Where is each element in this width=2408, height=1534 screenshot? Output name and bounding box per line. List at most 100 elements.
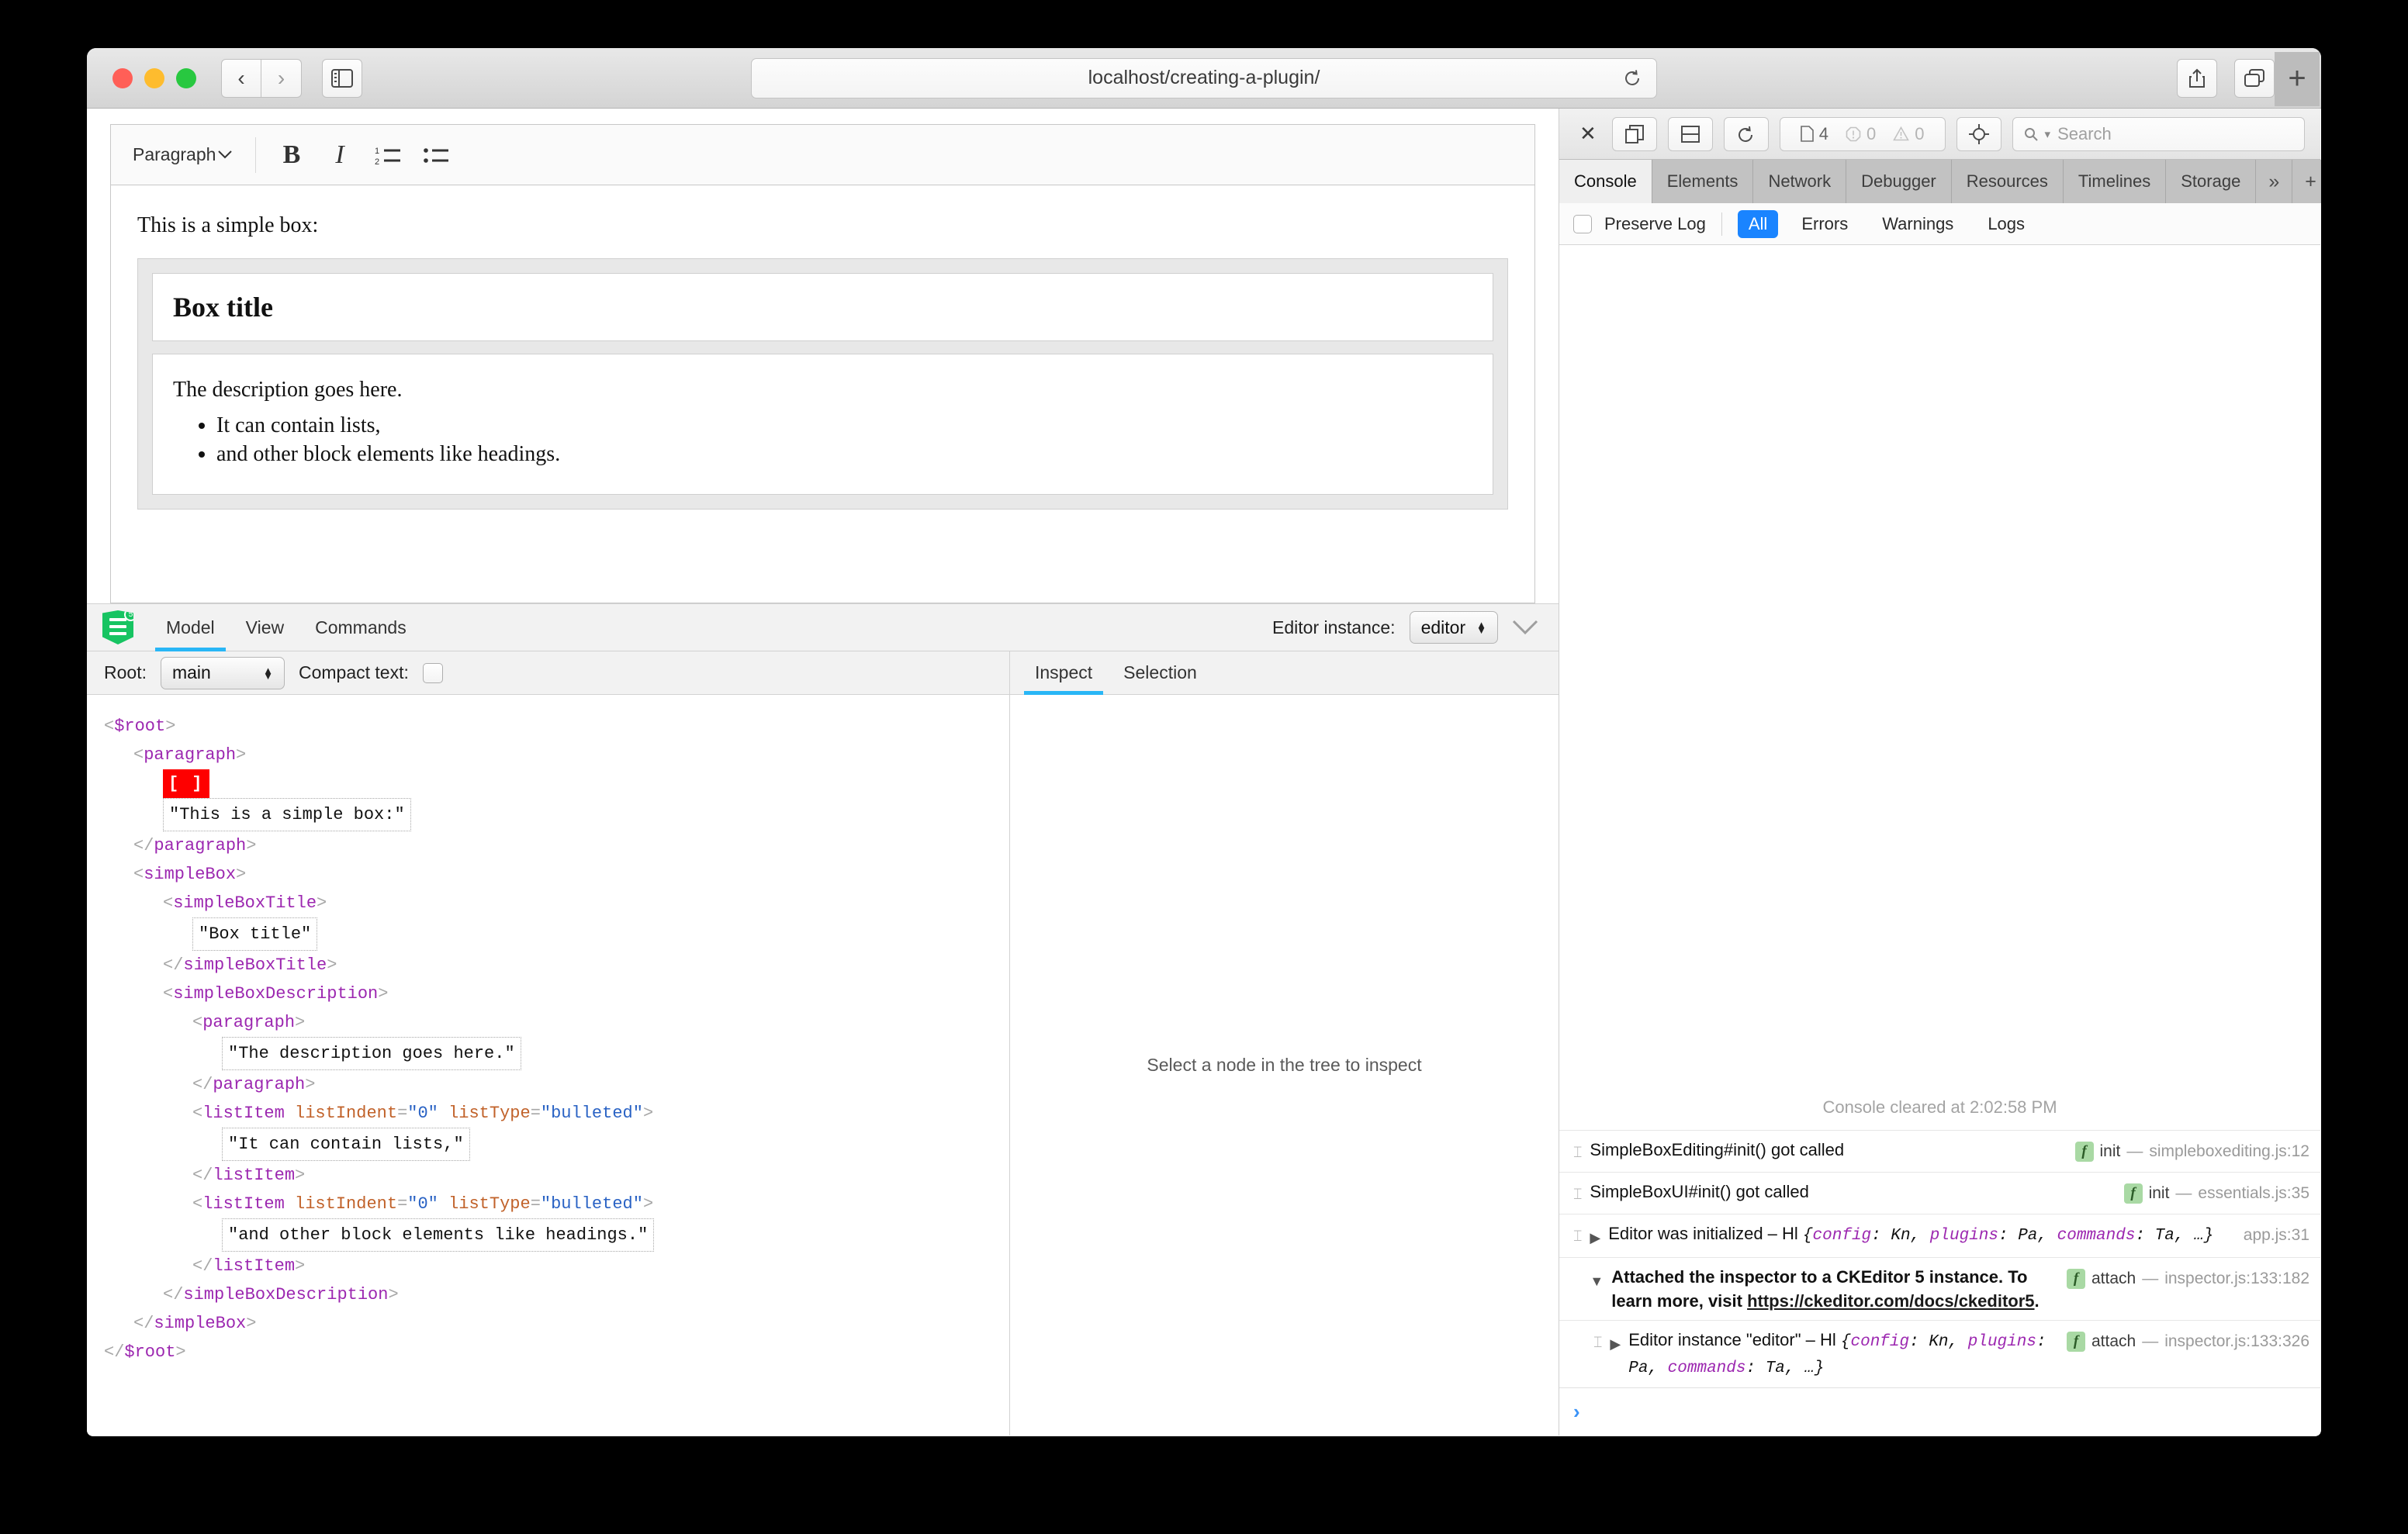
model-tree-selection-marker[interactable]: [ ] (104, 769, 1009, 798)
simple-box-title[interactable]: Box title (152, 273, 1493, 341)
model-tree-close-tag[interactable]: </simpleBox> (104, 1309, 1009, 1338)
model-tree-open-tag[interactable]: <listItem listIndent="0" listType="bulle… (104, 1099, 1009, 1128)
model-tree-close-tag[interactable]: </simpleBoxTitle> (104, 951, 1009, 979)
search-dropdown-caret[interactable]: ▾ (2045, 127, 2051, 141)
model-tree-text-node[interactable]: "This is a simple box:" (104, 798, 1009, 831)
model-tree-close-tag[interactable]: </paragraph> (104, 831, 1009, 860)
tab-resources[interactable]: Resources (1951, 160, 2064, 203)
model-tree-text-node[interactable]: "Box title" (104, 917, 1009, 951)
preserve-log-checkbox[interactable] (1573, 214, 1592, 233)
list-item[interactable]: It can contain lists, (216, 413, 1472, 438)
console-message-source[interactable]: f attach — inspector.js:133:326 (2066, 1328, 2309, 1353)
filter-errors-button[interactable]: Errors (1790, 210, 1859, 238)
new-tab-button[interactable]: + (2275, 51, 2320, 106)
root-select[interactable]: main ▲ ▼ (160, 656, 285, 689)
model-tree-close-tag[interactable]: </listItem> (104, 1252, 1009, 1280)
model-tree-open-tag[interactable]: <simpleBox> (104, 860, 1009, 889)
inspector-search-input[interactable]: ▾ Search (2012, 116, 2305, 151)
back-button[interactable]: ‹ (221, 58, 261, 98)
console-message-source[interactable]: f attach — inspector.js:133:182 (2066, 1265, 2309, 1290)
model-tree[interactable]: <$root> <paragraph>[ ] "This is a simple b… (87, 695, 1009, 1436)
bulleted-list-button[interactable] (414, 134, 458, 176)
model-tree-open-tag[interactable]: <paragraph> (104, 741, 1009, 769)
tab-overview-button[interactable] (2234, 58, 2275, 98)
sidebar-toggle-button[interactable] (322, 58, 362, 98)
share-button[interactable] (2177, 58, 2217, 98)
tab-elements[interactable]: Elements (1652, 160, 1754, 203)
forward-button[interactable]: › (261, 58, 302, 98)
compact-text-checkbox[interactable] (422, 662, 443, 683)
description-paragraph[interactable]: The description goes here. (173, 378, 1472, 403)
console-message[interactable]: ⌶▼Attached the inspector to a CKEditor 5… (1559, 1257, 2320, 1320)
model-tree-close-tag[interactable]: </simpleBoxDescription> (104, 1280, 1009, 1309)
intro-paragraph[interactable]: This is a simple box: (137, 213, 1508, 238)
address-bar[interactable]: localhost/creating-a-plugin/ (751, 57, 1657, 98)
italic-button[interactable]: I (318, 134, 362, 176)
tab-commands[interactable]: Commands (299, 603, 422, 651)
filter-warnings-button[interactable]: Warnings (1871, 210, 1964, 238)
console-message[interactable]: ⌶ ▶ Editor was initialized – Hl {config: K… (1559, 1214, 2320, 1257)
error-count[interactable]: 0 (1846, 124, 1876, 144)
editor-editable-area[interactable]: This is a simple box: Box title The desc… (110, 185, 1535, 603)
model-tree-close-tag[interactable]: </$root> (104, 1338, 1009, 1366)
model-tree-close-tag[interactable]: </paragraph> (104, 1070, 1009, 1099)
console-message[interactable]: ⌶ ▶ Editor instance "editor" – Hl {config:… (1559, 1320, 2320, 1387)
disclosure-triangle-icon[interactable]: ▶ (1610, 1328, 1621, 1356)
console-output[interactable]: Console cleared at 2:02:58 PM ⌶ SimpleBox… (1559, 245, 2320, 1436)
tab-console[interactable]: Console (1559, 160, 1652, 203)
list-item[interactable]: and other block elements like headings. (216, 442, 1472, 467)
console-message-source[interactable]: f init — simpleboxediting.js:12 (2074, 1138, 2309, 1163)
source-location[interactable]: app.js:31 (2244, 1223, 2309, 1247)
console-message-source[interactable]: f init — essentials.js:35 (2123, 1180, 2309, 1205)
source-location[interactable]: essentials.js:35 (2198, 1181, 2309, 1205)
model-tree-text-node[interactable]: "It can contain lists," (104, 1128, 1009, 1161)
model-tree-open-tag[interactable]: <$root> (104, 712, 1009, 741)
model-tree-close-tag[interactable]: </listItem> (104, 1161, 1009, 1190)
model-tree-open-tag[interactable]: <simpleBoxTitle> (104, 889, 1009, 917)
model-tree-open-tag[interactable]: <listItem listIndent="0" listType="bulle… (104, 1190, 1009, 1218)
bold-button[interactable]: B (270, 134, 313, 176)
inspect-element-button[interactable] (1956, 116, 2001, 151)
minimize-window-button[interactable] (144, 67, 164, 88)
source-location[interactable]: simpleboxediting.js:12 (2149, 1139, 2309, 1163)
close-inspector-button[interactable]: ✕ (1575, 122, 1601, 146)
simple-box-widget[interactable]: Box title The description goes here. It … (137, 258, 1508, 510)
console-message[interactable]: ⌶ SimpleBoxEditing#init() got called f init… (1559, 1130, 2320, 1172)
model-tree-open-tag[interactable]: <simpleBoxDescription> (104, 979, 1009, 1008)
tab-selection[interactable]: Selection (1108, 651, 1213, 695)
console-message-source[interactable]: app.js:31 (2244, 1221, 2309, 1247)
source-location[interactable]: inspector.js:133:182 (2164, 1266, 2309, 1290)
resource-count[interactable]: 4 (1800, 124, 1828, 144)
source-location[interactable]: inspector.js:133:326 (2164, 1329, 2309, 1353)
console-message[interactable]: ⌶ SimpleBoxUI#init() got called f init — es… (1559, 1172, 2320, 1214)
reload-button[interactable] (1622, 68, 1642, 88)
maximize-window-button[interactable] (176, 67, 196, 88)
numbered-list-button[interactable]: 1 2 (366, 134, 410, 176)
tab-view[interactable]: View (230, 603, 299, 651)
tab-network[interactable]: Network (1753, 160, 1847, 203)
tab-model[interactable]: Model (150, 603, 230, 651)
tab-timelines[interactable]: Timelines (2063, 160, 2167, 203)
close-window-button[interactable] (112, 67, 133, 88)
console-message-link[interactable]: https://ckeditor.com/docs/ckeditor5 (1747, 1291, 2034, 1311)
tab-storage[interactable]: Storage (2166, 160, 2257, 203)
warning-count[interactable]: 0 (1893, 124, 1925, 144)
model-tree-open-tag[interactable]: <paragraph> (104, 1008, 1009, 1037)
collapse-inspector-button[interactable] (1512, 620, 1538, 635)
tab-overflow-button[interactable]: » (2256, 160, 2293, 203)
disclosure-triangle-icon[interactable]: ▼ (1590, 1265, 1604, 1294)
filter-logs-button[interactable]: Logs (1977, 210, 2036, 238)
editor-instance-select[interactable]: editor ▲ ▼ (1409, 611, 1498, 644)
filter-all-button[interactable]: All (1737, 209, 1779, 238)
model-tree-text-node[interactable]: "and other block elements like headings.… (104, 1218, 1009, 1252)
dock-bottom-button[interactable] (1667, 116, 1713, 151)
disclosure-triangle-icon[interactable]: ▶ (1590, 1221, 1600, 1250)
reload-page-button[interactable] (1723, 116, 1769, 151)
simple-box-description[interactable]: The description goes here. It can contai… (152, 354, 1493, 495)
dock-right-button[interactable] (1611, 116, 1657, 151)
tab-inspect[interactable]: Inspect (1019, 651, 1108, 695)
add-tab-button[interactable]: + (2292, 160, 2321, 203)
model-tree-text-node[interactable]: "The description goes here." (104, 1037, 1009, 1070)
console-prompt[interactable]: › (1559, 1387, 2320, 1436)
paragraph-style-dropdown[interactable]: Paragraph (123, 134, 241, 176)
